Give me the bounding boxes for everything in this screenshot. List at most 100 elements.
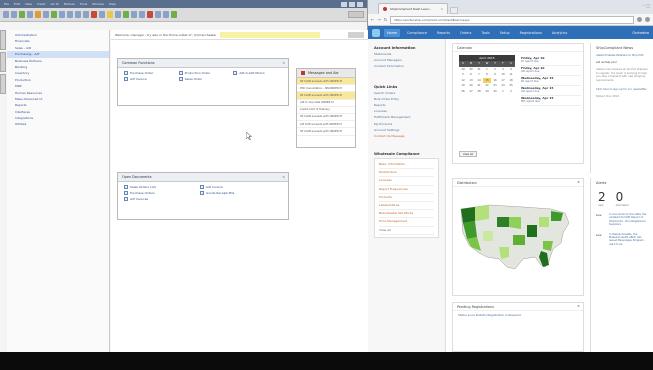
- menu-help[interactable]: Help: [109, 2, 116, 6]
- nav-orders[interactable]: Orders: [457, 29, 474, 37]
- nav-registrations[interactable]: Registrations: [517, 29, 545, 37]
- message-row[interactable]: SP CLUB exceeds with ORDER M: [297, 78, 355, 86]
- preview-icon[interactable]: [11, 11, 17, 18]
- menu-icon[interactable]: [645, 17, 650, 22]
- nav-tools[interactable]: Tools: [478, 29, 492, 37]
- message-row[interactable]: A/P LIKE exceeds with ORDER M: [297, 121, 355, 129]
- wholesale-link[interactable]: Labels/COLAs: [379, 202, 434, 211]
- wholesale-link[interactable]: Distributors: [379, 169, 434, 178]
- calendar-date[interactable]: 2: [507, 89, 515, 95]
- highlight-field[interactable]: [220, 31, 321, 38]
- menu-file[interactable]: File: [4, 2, 9, 6]
- calendar-date[interactable]: 30: [491, 89, 499, 95]
- news-article-link[interactable]: Alaska Enables Retailers to Ship D2C: [596, 54, 648, 57]
- menu-view[interactable]: View: [25, 2, 32, 6]
- function-link[interactable]: Production Order: [178, 71, 228, 75]
- minimize-icon[interactable]: [341, 1, 347, 7]
- maximize-icon[interactable]: [349, 1, 355, 7]
- calendar-date[interactable]: 26: [459, 89, 467, 95]
- close-icon[interactable]: ×: [577, 304, 580, 308]
- alert-row[interactable]: Low In Connecticut, the state has update…: [596, 213, 648, 227]
- layout-icon[interactable]: [131, 11, 137, 18]
- nav-setup[interactable]: Setup: [497, 29, 513, 37]
- function-link[interactable]: A/P Invoice: [124, 77, 173, 81]
- message-row[interactable]: PDC Cancellation - SPLORDER M: [297, 85, 355, 93]
- help-icon[interactable]: [171, 11, 177, 18]
- new-doc-icon[interactable]: [43, 11, 49, 18]
- message-row[interactable]: SP CLUB exceeds with ORDER M: [297, 128, 355, 136]
- nav-analytics[interactable]: Analytics: [549, 29, 570, 37]
- wholesale-link[interactable]: Products: [379, 194, 434, 202]
- menu-goto[interactable]: Go To: [51, 2, 59, 6]
- sort-icon[interactable]: [99, 11, 105, 18]
- menu-edit[interactable]: Edit: [14, 2, 20, 6]
- close-icon[interactable]: [357, 1, 363, 7]
- wholesale-link[interactable]: Report Frequencies: [379, 186, 434, 194]
- vtab-menus[interactable]: [0, 52, 6, 72]
- gross-profit-icon[interactable]: [123, 11, 129, 18]
- vtab-favorites[interactable]: [0, 74, 6, 94]
- settings-icon[interactable]: [139, 11, 145, 18]
- function-link[interactable]: Sales Order: [178, 77, 228, 81]
- filter-icon[interactable]: [91, 11, 97, 18]
- quick-link[interactable]: Contact Us Message: [374, 134, 439, 140]
- nav-item[interactable]: Utilities: [7, 121, 109, 127]
- browser-tab[interactable]: ShipCompliant Dash Lean... ×: [378, 3, 448, 14]
- reload-icon[interactable]: ↻: [384, 17, 387, 22]
- url-input[interactable]: https://portal.ship-compliant.com/DashBo…: [390, 15, 634, 24]
- calendar-date[interactable]: 28: [475, 89, 483, 95]
- site-logo-icon[interactable]: [372, 28, 380, 37]
- base-doc-icon[interactable]: [107, 11, 113, 18]
- search-icon[interactable]: [35, 11, 41, 18]
- message-row[interactable]: Credit Limit of Delivery: [297, 107, 355, 114]
- wrench-icon[interactable]: ✎: [282, 175, 285, 179]
- calendar-event[interactable]: Friday, Apr 10 KY report due: [521, 56, 581, 66]
- document-link[interactable]: Purchase Orders: [124, 191, 194, 195]
- export-icon[interactable]: [19, 11, 25, 18]
- registration-item[interactable]: Status since Bulletin Registration is Re…: [453, 311, 583, 319]
- message-row[interactable]: SP CLUB exceeds with ORDER M: [297, 114, 355, 122]
- menu-module[interactable]: Module: [64, 2, 75, 6]
- calculator-icon[interactable]: [155, 11, 161, 18]
- menu-tools[interactable]: Tools: [80, 2, 87, 6]
- calendar-date[interactable]: 1: [499, 89, 507, 95]
- message-row[interactable]: SP CLUB exceeds with ORDER M: [297, 92, 355, 100]
- calendar-icon[interactable]: [163, 11, 169, 18]
- calendar-date[interactable]: 29: [483, 89, 491, 95]
- first-record-icon[interactable]: [59, 11, 65, 18]
- document-link[interactable]: A/R Invoice: [200, 185, 270, 189]
- document-link[interactable]: Sales Orders (12): [124, 185, 194, 189]
- wholesale-link[interactable]: Price Management: [379, 218, 434, 227]
- function-link[interactable]: A/R Credit Memo: [233, 71, 282, 75]
- wrench-icon[interactable]: ✎: [282, 61, 285, 65]
- sidebar-link[interactable]: Contact Information: [374, 64, 439, 70]
- target-doc-icon[interactable]: [115, 11, 121, 18]
- menu-window[interactable]: Window: [92, 2, 104, 6]
- new-tab-button[interactable]: [450, 7, 458, 14]
- print-icon[interactable]: [3, 11, 9, 18]
- minimize-icon[interactable]: – ▢: [643, 3, 650, 8]
- wholesale-link[interactable]: Brand/Label Set Works: [379, 210, 434, 219]
- close-icon[interactable]: ×: [440, 7, 443, 11]
- nav-reports[interactable]: Reports: [434, 29, 453, 37]
- close-icon[interactable]: ×: [577, 180, 580, 184]
- forward-icon[interactable]: →: [377, 17, 380, 22]
- wholesale-link[interactable]: View all: [379, 227, 434, 235]
- vtab-modules[interactable]: [0, 30, 6, 50]
- nav-compliance[interactable]: Compliance: [404, 29, 430, 37]
- messages-icon[interactable]: [147, 11, 153, 18]
- nav-home[interactable]: Home: [384, 28, 401, 37]
- add-icon[interactable]: [51, 11, 57, 18]
- newsletter-link[interactable]: Click here to sign up for our newsletter: [596, 88, 648, 91]
- extension-icon[interactable]: [637, 17, 642, 22]
- calendar-event[interactable]: Wednesday, Apr 15 MO report due: [521, 96, 581, 106]
- menu-insert[interactable]: Insert: [37, 2, 46, 6]
- calendar-event[interactable]: Wednesday, Apr 15 CO report due: [521, 86, 581, 96]
- wholesale-link[interactable]: Basic Information: [379, 161, 434, 170]
- view-all-button[interactable]: View All: [459, 151, 477, 157]
- next-record-icon[interactable]: [75, 11, 81, 18]
- cockpit-button[interactable]: [348, 31, 364, 38]
- go-button[interactable]: [348, 11, 364, 18]
- calendar-event[interactable]: Wednesday, Apr 15 PA report due: [521, 76, 581, 86]
- wholesale-link[interactable]: Licenses: [379, 177, 434, 186]
